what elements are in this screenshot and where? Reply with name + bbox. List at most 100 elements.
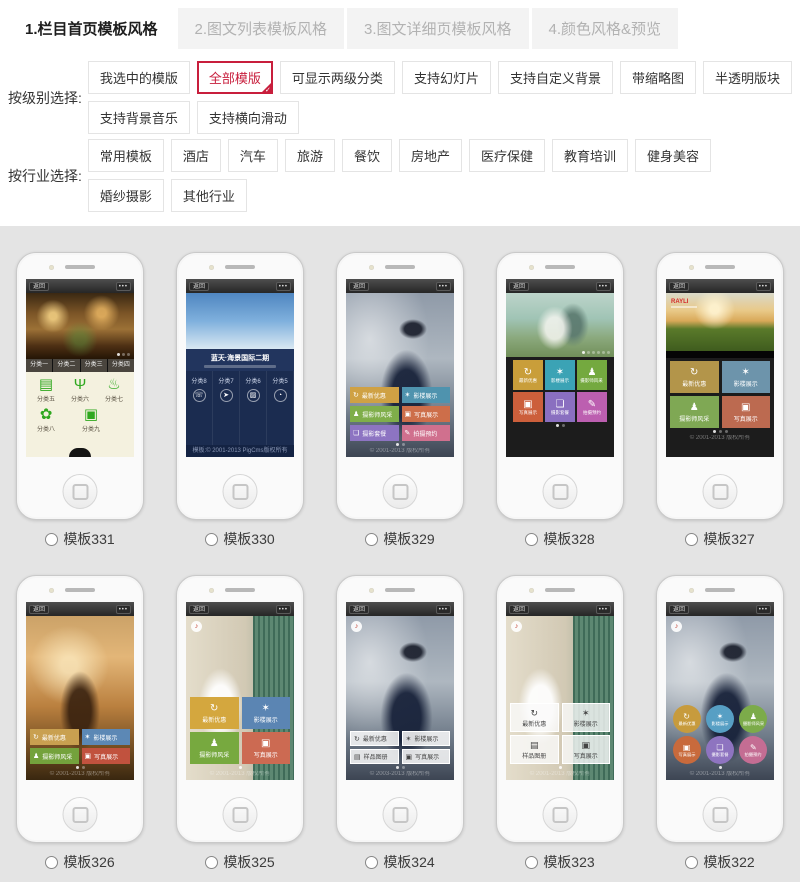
filter-chip[interactable]: 我选中的模版 bbox=[88, 61, 190, 94]
stamp-icon: ▣ bbox=[683, 743, 691, 752]
filter-panel: 按级别选择: 我选中的模版全部模版可显示两级分类支持幻灯片支持自定义背景带缩略图… bbox=[0, 49, 800, 226]
filter-chip[interactable]: 餐饮 bbox=[342, 139, 392, 172]
preview-button: ♟摄影师风采 bbox=[30, 748, 79, 764]
template-select-row[interactable]: 模板322 bbox=[685, 852, 754, 872]
phone-mockup[interactable]: 返回•••↻最新优惠✶影楼展示♟摄影师风采▣写真展示❏摄影套餐✎拍摄预约© 20… bbox=[336, 252, 464, 520]
phone-titlebar: 返回••• bbox=[186, 279, 294, 293]
dot-icon bbox=[582, 351, 585, 354]
phone-mockup[interactable]: 返回•••分类一分类二分类三分类四▤分类五Ψ分类六♨分类七✿分类八▣分类九 bbox=[16, 252, 144, 520]
phone-mockup[interactable]: 返回•••♪↻最新优惠✶影楼展示♟摄影师风采▣写真展示❏摄影套餐✎拍摄预约© 2… bbox=[656, 575, 784, 843]
dot-icon bbox=[402, 443, 405, 446]
menu-dots-icon: ••• bbox=[756, 282, 771, 291]
audio-icon[interactable]: ♪ bbox=[351, 621, 362, 632]
home-button-icon bbox=[383, 797, 418, 832]
pagination-dots bbox=[506, 422, 614, 429]
phone-mockup[interactable]: 返回•••♪↻最新优惠✶影楼展示♟摄影师风采▣写真展示© 2001-2013 版… bbox=[176, 575, 304, 843]
screen-body: ↻最新优惠✶影楼展示♟摄影师风采▣写真展示© 2001-2013 版权所有 bbox=[26, 616, 134, 780]
filter-chip[interactable]: 半透明版块 bbox=[703, 61, 792, 94]
category-nav: 分类一分类二分类三分类四 bbox=[26, 359, 134, 372]
phone-titlebar: 返回••• bbox=[26, 279, 134, 293]
template-select-row[interactable]: 模板331 bbox=[45, 529, 114, 549]
audio-icon[interactable]: ♪ bbox=[671, 621, 682, 632]
category-column: 分类5◔ bbox=[267, 371, 294, 445]
template-select-row[interactable]: 模板327 bbox=[685, 529, 754, 549]
template-radio[interactable] bbox=[205, 533, 218, 546]
tab-1[interactable]: 1.栏目首页模板风格 bbox=[8, 8, 175, 49]
template-radio[interactable] bbox=[685, 856, 698, 869]
template-radio[interactable] bbox=[365, 856, 378, 869]
filter-chip[interactable]: 医疗保健 bbox=[469, 139, 545, 172]
template-select-row[interactable]: 模板324 bbox=[365, 852, 434, 872]
camera-dot-icon bbox=[209, 265, 214, 270]
template-select-row[interactable]: 模板326 bbox=[45, 852, 114, 872]
filter-chip[interactable]: 支持自定义背景 bbox=[498, 61, 613, 94]
menu-dots-icon: ••• bbox=[596, 605, 611, 614]
button-label: 摄影套餐 bbox=[711, 752, 728, 757]
template-select-row[interactable]: 模板328 bbox=[525, 529, 594, 549]
dot-icon bbox=[725, 430, 728, 433]
button-grid: ↻最新优惠✶影楼展示♟摄影师风采▣写真展示 bbox=[186, 697, 294, 764]
food-icon: ♨ bbox=[107, 377, 120, 393]
filter-chip[interactable]: 可显示两级分类 bbox=[280, 61, 395, 94]
template-radio[interactable] bbox=[365, 533, 378, 546]
button-label: 摄影师风采 bbox=[743, 721, 764, 726]
filter-chip[interactable]: 婚纱摄影 bbox=[88, 179, 164, 212]
filter-chip[interactable]: 全部模版 bbox=[197, 61, 273, 94]
filter-chip[interactable]: 支持背景音乐 bbox=[88, 101, 190, 134]
template-radio[interactable] bbox=[685, 533, 698, 546]
phone-mockup[interactable]: 返回•••♪↻最新优惠✶影楼展示▤样品图册▣写真展示© 2001-2013 版权… bbox=[496, 575, 624, 843]
pagination-dots bbox=[666, 351, 774, 358]
filter-chip[interactable]: 支持幻灯片 bbox=[402, 61, 491, 94]
title-band: 蓝天·海景国际二期 bbox=[186, 349, 294, 371]
template-select-row[interactable]: 模板330 bbox=[205, 529, 274, 549]
antenna-icon: ✶ bbox=[406, 735, 412, 743]
phone-mockup[interactable]: 返回•••RAYLI↻最新优惠✶影楼展示♟摄影师风采▣写真展示© 2001-20… bbox=[656, 252, 784, 520]
filter-chip[interactable]: 旅游 bbox=[285, 139, 335, 172]
filter-chip[interactable]: 常用模板 bbox=[88, 139, 164, 172]
icon-label: 分类六 bbox=[71, 394, 89, 403]
dot-icon bbox=[122, 353, 125, 356]
template-cell: 返回•••↻最新优惠✶影楼展示♟摄影师风采▣写真展示❏摄影套餐✎拍摄预约© 20… bbox=[320, 252, 480, 549]
phone-mockup[interactable]: 返回•••↻最新优惠✶影楼展示♟摄影师风采▣写真展示© 2001-2013 版权… bbox=[16, 575, 144, 843]
camera-dot-icon bbox=[529, 588, 534, 593]
template-radio[interactable] bbox=[525, 533, 538, 546]
tab-2[interactable]: 2.图文列表模板风格 bbox=[178, 8, 345, 49]
dot-icon bbox=[719, 766, 722, 769]
phone-mockup[interactable]: 返回•••↻最新优惠✶影楼展示♟摄影师风采▣写真展示❏摄影套餐✎拍摄预约 bbox=[496, 252, 624, 520]
template-radio[interactable] bbox=[45, 533, 58, 546]
refresh-icon: ↻ bbox=[683, 712, 690, 721]
button-grid: ↻最新优惠✶影楼展示♟摄影师风采▣写真展示 bbox=[666, 361, 774, 428]
audio-icon[interactable]: ♪ bbox=[511, 621, 522, 632]
preview-button: ♟摄影师风采 bbox=[739, 705, 767, 733]
refresh-icon: ↻ bbox=[33, 733, 39, 741]
template-cell: 返回•••↻最新优惠✶影楼展示♟摄影师风采▣写真展示❏摄影套餐✎拍摄预约模板32… bbox=[480, 252, 640, 549]
template-select-row[interactable]: 模板323 bbox=[525, 852, 594, 872]
filter-chip[interactable]: 房地产 bbox=[399, 139, 462, 172]
filter-chip[interactable]: 健身美容 bbox=[635, 139, 711, 172]
phone-mockup[interactable]: 返回•••♪↻最新优惠✶影楼展示▤样品图册▣写真展示© 2003-2013 版权… bbox=[336, 575, 464, 843]
dot-icon bbox=[748, 354, 750, 356]
template-radio[interactable] bbox=[525, 856, 538, 869]
phone-mockup[interactable]: 返回•••蓝天·海景国际二期分类8☏分类7➤分类6▨分类5◔模板:© 2001-… bbox=[176, 252, 304, 520]
filter-chip[interactable]: 教育培训 bbox=[552, 139, 628, 172]
tab-3[interactable]: 3.图文详细页模板风格 bbox=[347, 8, 529, 49]
audio-icon[interactable]: ♪ bbox=[191, 621, 202, 632]
menu-dots-icon: ••• bbox=[116, 282, 131, 291]
refresh-icon: ↻ bbox=[530, 708, 538, 718]
filter-chip[interactable]: 支持横向滑动 bbox=[197, 101, 299, 134]
dot-icon bbox=[744, 354, 746, 356]
template-radio[interactable] bbox=[205, 856, 218, 869]
filter-chip[interactable]: 带缩略图 bbox=[620, 61, 696, 94]
phone-titlebar: 返回••• bbox=[506, 279, 614, 293]
tab-4[interactable]: 4.颜色风格&预览 bbox=[532, 8, 679, 49]
template-radio[interactable] bbox=[45, 856, 58, 869]
filter-level-chips: 我选中的模版全部模版可显示两级分类支持幻灯片支持自定义背景带缩略图半透明版块支持… bbox=[88, 61, 792, 134]
filter-chip[interactable]: 其他行业 bbox=[171, 179, 247, 212]
filter-chip[interactable]: 汽车 bbox=[228, 139, 278, 172]
template-select-row[interactable]: 模板329 bbox=[365, 529, 434, 549]
preview-button: ✎拍摄预约 bbox=[739, 736, 767, 764]
template-select-row[interactable]: 模板325 bbox=[205, 852, 274, 872]
filter-chip[interactable]: 酒店 bbox=[171, 139, 221, 172]
preview-button: ✶影楼展示 bbox=[722, 361, 771, 393]
antenna-icon: ✶ bbox=[717, 712, 724, 721]
